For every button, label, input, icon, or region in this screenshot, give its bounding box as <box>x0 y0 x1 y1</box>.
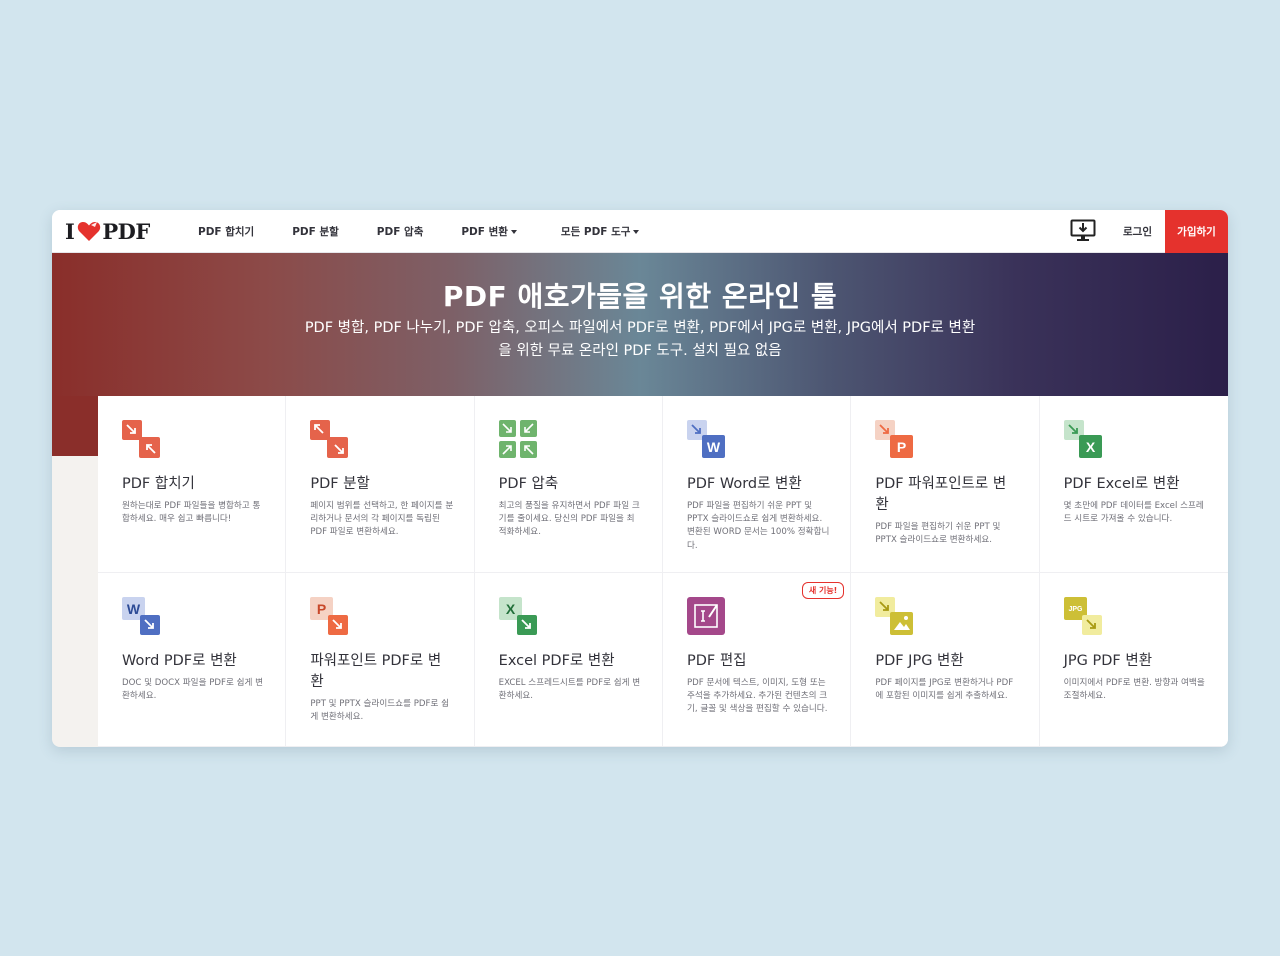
tool-description: PDF 파일을 편집하기 쉬운 PPT 및 PPTX 슬라이드쇼로 쉽게 변환하… <box>686 501 830 551</box>
pdf-to-jpg-icon <box>875 597 914 635</box>
tool-card-jpg-to-pdf[interactable]: JPG JPG PDF 변환 이미지에서 PDF로 변환. 방향과 여백을 조절… <box>1039 573 1228 747</box>
tool-title: Excel PDF로 변환 <box>498 653 615 669</box>
tool-description: DOC 및 DOCX 파일을 PDF로 쉽게 변환하세요. <box>122 678 264 702</box>
tool-card-merge-pdf[interactable]: PDF 합치기 원하는대로 PDF 파일들을 병합하고 통합하세요. 매우 쉽고… <box>98 396 287 573</box>
excel-to-pdf-letter: X <box>505 601 515 617</box>
powerpoint-to-pdf-letter: P <box>317 601 326 617</box>
tool-card-powerpoint-to-pdf[interactable]: P 파워포인트 PDF로 변환 PPT 및 PPTX 슬라이드쇼를 PDF로 쉽… <box>286 573 475 747</box>
nav-compress-label: PDF 압축 <box>376 226 424 238</box>
tool-description: PPT 및 PPTX 슬라이드쇼를 PDF로 쉽게 변환하세요. <box>310 699 450 723</box>
nav-all-tools-label: 모든 PDF 도구 <box>560 226 631 238</box>
tool-title: PDF 압축 <box>498 476 559 492</box>
tool-card-excel-to-pdf[interactable]: X Excel PDF로 변환 EXCEL 스프레드시트를 PDF로 쉽게 변환… <box>474 573 663 747</box>
tool-title: PDF 분할 <box>310 476 370 492</box>
pdf-to-word-icon: W <box>686 420 725 458</box>
tool-description: PDF 페이지를 JPG로 변환하거나 PDF에 포함된 이미지를 쉽게 추출하… <box>875 678 1014 702</box>
tool-description: PDF 파일을 편집하기 쉬운 PPT 및 PPTX 슬라이드쇼로 변환하세요. <box>875 522 1001 546</box>
compress-icon <box>498 420 537 458</box>
tool-description: 원하는대로 PDF 파일들을 병합하고 통합하세요. 매우 쉽고 빠릅니다! <box>122 501 261 525</box>
nav-merge-pdf[interactable]: PDF 합치기 <box>198 224 254 239</box>
tool-description: 페이지 범위를 선택하고, 한 페이지를 분리하거나 문서의 각 페이지를 독립… <box>310 501 454 538</box>
pdf-to-powerpoint-icon: P <box>875 420 914 458</box>
login-button[interactable]: 로그인 <box>1110 210 1165 253</box>
hero-left-strip <box>52 396 98 456</box>
tool-card-pdf-to-excel[interactable]: X PDF Excel로 변환 몇 초만에 PDF 데이터를 Excel 스프레… <box>1039 396 1228 573</box>
ilovepdf-logo[interactable]: I PDF <box>65 218 150 244</box>
excel-to-pdf-icon: X <box>498 597 537 635</box>
nav-split-label: PDF 분할 <box>292 226 339 238</box>
tool-description: 최고의 품질을 유지하면서 PDF 파일 크기를 줄이세요. 당신의 PDF 파… <box>498 501 640 538</box>
tool-card-pdf-to-jpg[interactable]: PDF JPG 변환 PDF 페이지를 JPG로 변환하거나 PDF에 포함된 … <box>851 573 1040 747</box>
tool-description: 이미지에서 PDF로 변환. 방향과 여백을 조절하세요. <box>1063 678 1205 702</box>
word-to-pdf-letter: W <box>127 601 141 617</box>
hero-title: PDF 애호가들을 위한 온라인 툴 <box>442 280 838 313</box>
heart-icon <box>78 221 101 241</box>
merge-icon <box>122 420 160 458</box>
hero-banner: PDF 애호가들을 위한 온라인 툴 PDF 병합, PDF 나누기, PDF … <box>52 253 1228 396</box>
tool-title: PDF 합치기 <box>122 476 195 492</box>
tool-card-compress-pdf[interactable]: PDF 압축 최고의 품질을 유지하면서 PDF 파일 크기를 줄이세요. 당신… <box>474 396 663 573</box>
nav-convert-label: PDF 변환 <box>461 226 508 238</box>
desktop-app-button[interactable] <box>1068 217 1098 245</box>
tool-title: PDF 편집 <box>686 653 747 669</box>
powerpoint-to-pdf-icon: P <box>310 597 349 635</box>
pdf-to-word-letter: W <box>707 439 721 455</box>
pdf-to-powerpoint-letter: P <box>897 439 906 455</box>
tool-title: JPG PDF 변환 <box>1063 653 1153 669</box>
main-nav: PDF 합치기 PDF 분할 PDF 압축 PDF 변환 모든 PDF 도구 <box>198 210 677 253</box>
edit-pdf-icon <box>686 597 725 635</box>
top-header: I PDF PDF 합치기 PDF 분할 PDF 압축 PDF 변환 모든 PD… <box>52 210 1228 253</box>
tool-title: 파워포인트 PDF로 변환 <box>310 653 442 690</box>
tool-title: PDF Excel로 변환 <box>1063 476 1180 492</box>
caret-down-icon <box>633 229 640 234</box>
tool-title: PDF JPG 변환 <box>875 653 964 669</box>
logo-text-pdf: PDF <box>102 218 150 244</box>
word-to-pdf-icon: W <box>122 597 160 635</box>
caret-down-icon <box>510 229 517 234</box>
desktop-download-icon <box>1070 219 1096 241</box>
nav-split-pdf[interactable]: PDF 분할 <box>292 224 339 239</box>
nav-compress-pdf[interactable]: PDF 압축 <box>377 224 424 239</box>
nav-convert-pdf[interactable]: PDF 변환 <box>461 224 517 239</box>
tool-title: Word PDF로 변환 <box>122 653 237 669</box>
hero-subtitle: PDF 병합, PDF 나누기, PDF 압축, 오피스 파일에서 PDF로 변… <box>304 320 976 359</box>
jpg-to-pdf-icon: JPG <box>1063 597 1102 635</box>
tool-description: EXCEL 스프레드시트를 PDF로 쉽게 변환하세요. <box>498 678 641 702</box>
signup-button[interactable]: 가입하기 <box>1165 210 1228 253</box>
tool-description: PDF 문서에 텍스트, 이미지, 도형 또는 주석을 추가하세요. 추가된 컨… <box>686 678 828 715</box>
tools-grid: PDF 합치기 원하는대로 PDF 파일들을 병합하고 통합하세요. 매우 쉽고… <box>98 396 1228 747</box>
tool-card-pdf-to-word[interactable]: W PDF Word로 변환 PDF 파일을 편집하기 쉬운 PPT 및 PPT… <box>662 396 852 573</box>
new-feature-badge: 새 기능! <box>801 582 845 599</box>
split-icon <box>310 420 349 458</box>
tool-card-edit-pdf[interactable]: 새 기능! PDF 편집 PDF 문서에 텍스트, 이미지, 도형 또는 주석을… <box>662 573 852 747</box>
pdf-to-excel-letter: X <box>1085 439 1095 455</box>
browser-window: I PDF PDF 합치기 PDF 분할 PDF 압축 PDF 변환 모든 PD… <box>52 210 1228 747</box>
tool-card-word-to-pdf[interactable]: W Word PDF로 변환 DOC 및 DOCX 파일을 PDF로 쉽게 변환… <box>98 573 287 747</box>
nav-merge-label: PDF 합치기 <box>198 226 255 238</box>
tool-description: 몇 초만에 PDF 데이터를 Excel 스프레드 시트로 가져올 수 있습니다… <box>1063 501 1204 525</box>
jpg-to-pdf-letter: JPG <box>1068 606 1083 613</box>
nav-all-tools[interactable]: 모든 PDF 도구 <box>561 224 640 239</box>
tool-title: PDF Word로 변환 <box>686 476 802 492</box>
tool-title: PDF 파워포인트로 변환 <box>875 476 1007 513</box>
tool-card-pdf-to-powerpoint[interactable]: P PDF 파워포인트로 변환 PDF 파일을 편집하기 쉬운 PPT 및 PP… <box>851 396 1040 573</box>
logo-text-i: I <box>65 218 75 244</box>
pdf-to-excel-icon: X <box>1063 420 1102 458</box>
tool-card-split-pdf[interactable]: PDF 분할 페이지 범위를 선택하고, 한 페이지를 분리하거나 문서의 각 … <box>286 396 475 573</box>
